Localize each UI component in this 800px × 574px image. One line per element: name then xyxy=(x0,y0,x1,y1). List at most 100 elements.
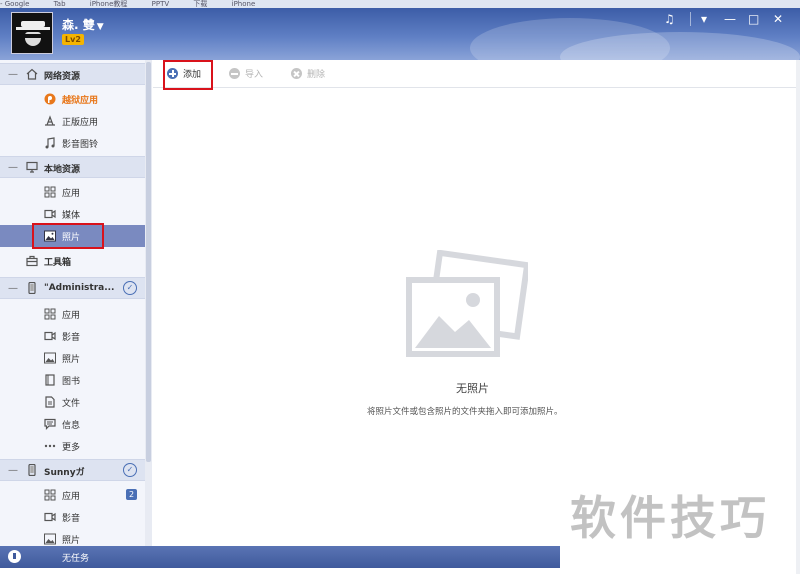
browser-tab[interactable]: 下载 xyxy=(193,0,207,8)
annotation-highlight-add xyxy=(163,60,213,90)
item-label: 影音 xyxy=(62,514,81,524)
sidebar-item-device-books[interactable]: 图书 xyxy=(0,369,145,391)
scrollbar-thumb[interactable] xyxy=(146,62,151,462)
item-label: 照片 xyxy=(62,355,81,365)
sidebar-item-device2-photos[interactable]: 照片 xyxy=(0,528,145,546)
sidebar-item-device2-apps[interactable]: 应用 2 xyxy=(0,484,145,506)
group-label: 本地资源 xyxy=(44,165,81,175)
item-label: 更多 xyxy=(62,443,81,453)
minimize-icon[interactable]: — xyxy=(724,12,736,26)
sidebar-item-device-more[interactable]: 更多 xyxy=(0,435,145,457)
file-icon xyxy=(45,396,55,408)
group-network-resources[interactable]: — 网络资源 xyxy=(0,63,145,85)
sidebar-item-device2-media[interactable]: 影音 xyxy=(0,506,145,528)
browser-tab[interactable]: Tab xyxy=(54,0,66,8)
collapse-icon[interactable]: — xyxy=(8,465,18,476)
item-label: 文件 xyxy=(62,399,81,409)
collapse-icon[interactable]: — xyxy=(8,69,18,80)
browser-tab[interactable]: iPhone xyxy=(232,0,256,8)
annotation-highlight-photos xyxy=(32,223,104,249)
more-icon xyxy=(44,444,56,448)
music-note-icon[interactable]: ♫ xyxy=(664,12,675,26)
divider xyxy=(690,12,691,26)
maximize-icon[interactable]: □ xyxy=(748,12,759,26)
apps-grid-icon xyxy=(44,489,56,501)
watermark: 软件技巧 xyxy=(570,491,770,545)
import-button[interactable]: 导入 xyxy=(229,67,263,81)
username-menu[interactable]: 森. 雙 ▼ xyxy=(62,16,104,33)
browser-tab[interactable]: - Google xyxy=(0,0,29,8)
group-local-resources[interactable]: — 本地资源 xyxy=(0,156,145,178)
device-name: "Administra... xyxy=(44,283,115,293)
item-label: 越狱应用 xyxy=(62,96,99,106)
delete-label: 删除 xyxy=(307,70,326,80)
sidebar-item-device-photos[interactable]: 照片 xyxy=(0,347,145,369)
import-icon xyxy=(229,68,240,79)
sidebar-item-device-messages[interactable]: 信息 xyxy=(0,413,145,435)
close-icon[interactable]: ✕ xyxy=(773,12,783,26)
avatar[interactable] xyxy=(11,12,53,54)
browser-tab-strip: - Google Tab iPhone教程 PPTV 下载 iPhone xyxy=(0,0,800,8)
apps-grid-icon xyxy=(44,186,56,198)
item-label: 应用 xyxy=(62,492,81,502)
sidebar-item-device-apps[interactable]: 应用 xyxy=(0,303,145,325)
collapse-icon[interactable]: — xyxy=(8,162,18,173)
toolbar: 添加 导入 删除 xyxy=(153,60,800,88)
phone-icon xyxy=(28,282,36,294)
level-badge: Lv2 xyxy=(62,34,84,45)
item-label: 影音图铃 xyxy=(62,140,99,150)
toolbox-icon xyxy=(26,255,38,267)
download-task-icon[interactable] xyxy=(8,550,21,563)
home-icon xyxy=(26,68,38,80)
sidebar-item-local-apps[interactable]: 应用 xyxy=(0,181,145,203)
window-edge xyxy=(796,60,800,574)
video-icon xyxy=(44,331,56,341)
sidebar-item-genuine-apps[interactable]: 正版应用 xyxy=(0,110,145,132)
video-icon xyxy=(44,512,56,522)
item-label: 图书 xyxy=(62,377,81,387)
sidebar-item-device-files[interactable]: 文件 xyxy=(0,391,145,413)
group-label: 网络资源 xyxy=(44,72,81,82)
item-label: 应用 xyxy=(62,189,81,199)
music-note-icon xyxy=(45,137,55,149)
delete-icon xyxy=(291,68,302,79)
connected-check-icon: ✓ xyxy=(123,463,137,477)
monitor-icon xyxy=(26,161,38,173)
book-icon xyxy=(45,374,55,386)
sidebar-item-jailbreak-apps[interactable]: 越狱应用 xyxy=(0,88,145,110)
browser-tab[interactable]: iPhone教程 xyxy=(90,0,128,8)
update-count-badge: 2 xyxy=(126,489,137,500)
delete-button[interactable]: 删除 xyxy=(291,67,325,81)
status-bar: 无任务 xyxy=(0,546,560,568)
phone-icon xyxy=(28,464,36,476)
item-label: 正版应用 xyxy=(62,118,99,128)
app-header: 森. 雙 ▼ Lv2 ♫ ▾ — □ ✕ xyxy=(0,8,800,60)
device-name: Sunnyガ xyxy=(44,468,85,478)
empty-state-description: 将照片文件或包含照片的文件夹拖入即可添加照片。 xyxy=(367,407,563,417)
task-status: 无任务 xyxy=(62,554,90,564)
chevron-down-icon: ▼ xyxy=(96,22,104,32)
group-toolbox[interactable]: 工具箱 xyxy=(0,250,145,272)
browser-tab[interactable]: PPTV xyxy=(152,0,170,8)
sidebar-scrollbar[interactable] xyxy=(145,60,152,546)
sidebar-item-local-media[interactable]: 媒体 xyxy=(0,203,145,225)
menu-dropdown-icon[interactable]: ▾ xyxy=(701,12,707,26)
item-label: 照片 xyxy=(62,536,81,546)
collapse-icon[interactable]: — xyxy=(8,283,18,294)
group-device-administrator[interactable]: — "Administra... ✓ xyxy=(0,277,145,299)
jailbreak-icon xyxy=(44,93,56,105)
item-label: 信息 xyxy=(62,421,81,431)
photo-icon xyxy=(44,352,56,364)
sidebar: — 网络资源 越狱应用 正版应用 影音图铃 — 本地资源 应用 媒体 照片 工具… xyxy=(0,60,152,546)
photo-icon xyxy=(44,533,56,545)
empty-state-title: 无照片 xyxy=(456,382,489,395)
apps-grid-icon xyxy=(44,308,56,320)
sidebar-item-media-ringtones[interactable]: 影音图铃 xyxy=(0,132,145,154)
item-label: 应用 xyxy=(62,311,81,321)
sidebar-item-device-media[interactable]: 影音 xyxy=(0,325,145,347)
appstore-icon xyxy=(45,115,55,126)
connected-check-icon: ✓ xyxy=(123,281,137,295)
video-icon xyxy=(44,209,56,219)
group-device-sunny[interactable]: — Sunnyガ ✓ xyxy=(0,459,145,481)
group-label: 工具箱 xyxy=(44,258,72,268)
